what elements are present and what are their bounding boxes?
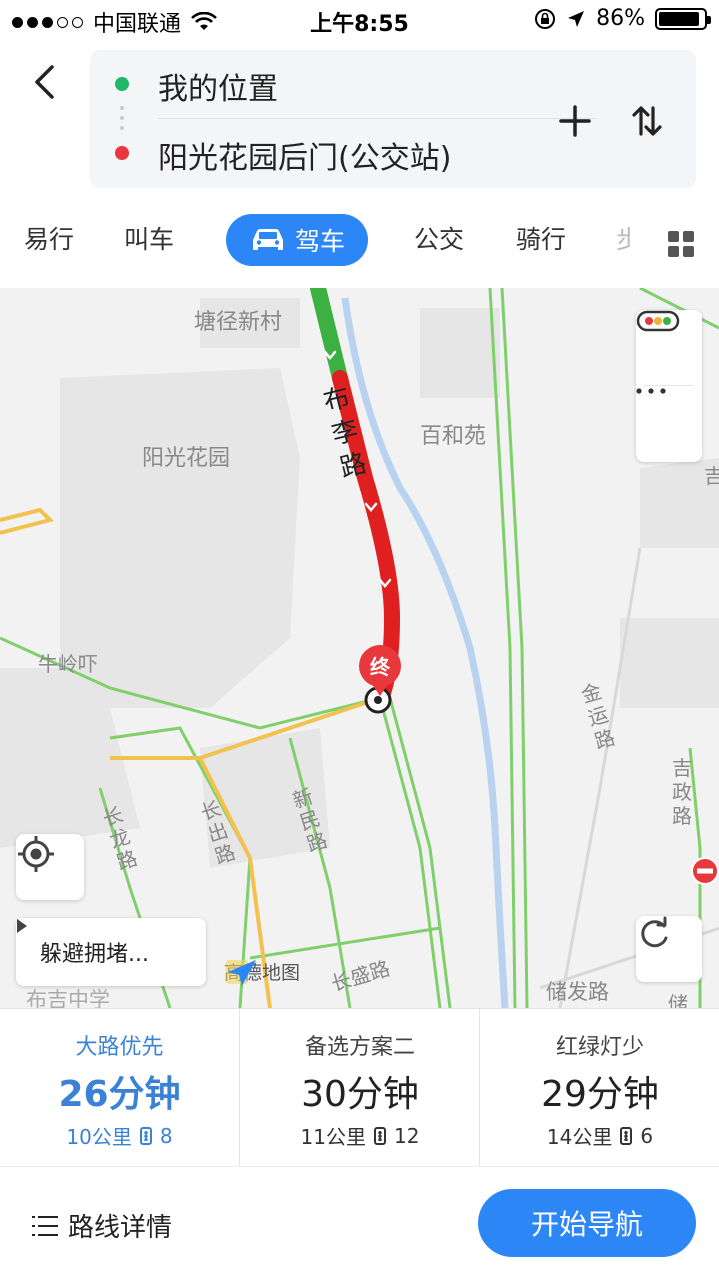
locate-me-button[interactable] [16,834,84,900]
road-label-jizheng: 吉政路 [672,756,692,828]
traffic-light-count-icon [139,1126,152,1145]
status-bar: 中国联通 上午8:55 86% [0,0,719,40]
map-label-niuling: 牛岭吓 [38,652,98,676]
tab-walk[interactable]: 步 [616,220,630,256]
route-option-label: 红绿灯少 [555,1035,644,1060]
avoid-congestion-label: 躲避拥堵... [40,942,149,967]
battery-icon [655,7,711,30]
map-canvas: 终 [0,288,719,1008]
tab-drive-label: 驾车 [294,227,345,256]
avoid-congestion-button[interactable]: 躲避拥堵... [16,918,206,986]
map-label-yangguang: 阳光花园 [142,446,231,471]
route-options: 大路优先 26分钟 10公里 8 备选方案二 30分钟 11公里 12 红绿灯少… [0,1008,719,1167]
start-navigation-button[interactable]: 开始导航 [478,1189,696,1257]
end-marker: 终 [370,655,391,679]
route-option-label: 大路优先 [75,1035,164,1060]
route-details-button[interactable]: 路线详情 [32,1207,172,1244]
car-icon [252,229,283,250]
origin-field[interactable]: 我的位置 [158,64,278,108]
location-arrow-icon [568,10,585,27]
rotation-lock-icon [535,8,556,29]
more-options-button[interactable] [636,388,702,462]
route-option-distance: 11公里 [300,1125,366,1149]
route-option-time: 30分钟 [301,1074,419,1115]
more-dots-icon [636,388,666,394]
map-label-baihe: 百和苑 [420,424,487,449]
destination-field[interactable]: 阳光花园后门(公交站) [158,133,451,177]
road-label-chufa: 储发路 [546,980,609,1004]
traffic-light-icon [636,310,680,332]
route-option-lights: 12 [394,1123,420,1148]
plus-icon [559,105,591,137]
tab-taxi[interactable]: 叫车 [124,220,174,256]
map-label-chu: 储 [668,992,688,1008]
route-option-lights: 6 [640,1123,654,1148]
traffic-light-count-icon [374,1126,386,1145]
chevron-left-icon [35,65,54,99]
amap-logo: 高德地图 [224,958,300,986]
route-details-label: 路线详情 [68,1213,173,1243]
list-icon [32,1215,58,1236]
tab-bike[interactable]: 骑行 [516,220,566,256]
bottom-action-bar: 路线详情 开始导航 [0,1166,719,1281]
refresh-button[interactable] [636,916,702,982]
more-modes-grid-icon[interactable] [668,231,694,257]
map-controls-panel [636,310,702,462]
map-label-buji: 布吉中学 [26,988,110,1008]
route-option-distance: 10公里 [66,1125,132,1149]
route-option-label: 备选方案二 [304,1035,415,1060]
route-option-1[interactable]: 大路优先 26分钟 10公里 8 [0,1009,239,1167]
tab-bus[interactable]: 公交 [414,220,464,256]
route-option-2[interactable]: 备选方案二 30分钟 11公里 12 [239,1009,480,1167]
route-option-3[interactable]: 红绿灯少 29分钟 14公里 6 [479,1009,719,1167]
triangle-right-icon [17,919,27,933]
back-button[interactable] [22,56,66,108]
route-option-distance: 14公里 [546,1125,613,1149]
traffic-light-count-icon [620,1126,633,1145]
add-waypoint-button[interactable] [550,96,600,146]
swap-icon [632,106,662,136]
destination-dot-icon [115,146,129,160]
crosshair-icon [18,836,54,872]
origin-dot-icon [115,77,129,91]
route-option-lights: 8 [159,1123,173,1148]
route-input-panel: 我的位置 阳光花园后门(公交站) [90,50,696,188]
route-option-time: 29分钟 [541,1074,659,1115]
map-label-ji: 吉 [704,464,719,488]
map-label-tangjing: 塘径新村 [194,310,283,335]
amap-logo-icon [226,960,256,986]
refresh-icon [641,916,668,948]
transport-mode-tabs: 易行 叫车 驾车 公交 骑行 步 [0,210,719,276]
map-view[interactable]: 终 塘径新村 阳光花园 百和苑 布李路 牛岭吓 金运路 吉政路 长龙路 长出路 … [0,288,719,1008]
battery-percent: 86% [596,6,645,31]
route-option-time: 26分钟 [58,1074,181,1115]
swap-route-button[interactable] [622,96,672,146]
no-entry-icon [691,857,719,885]
traffic-toggle-button[interactable] [636,310,702,384]
tab-drive[interactable]: 驾车 [226,214,368,266]
tab-easy-travel[interactable]: 易行 [24,220,74,256]
